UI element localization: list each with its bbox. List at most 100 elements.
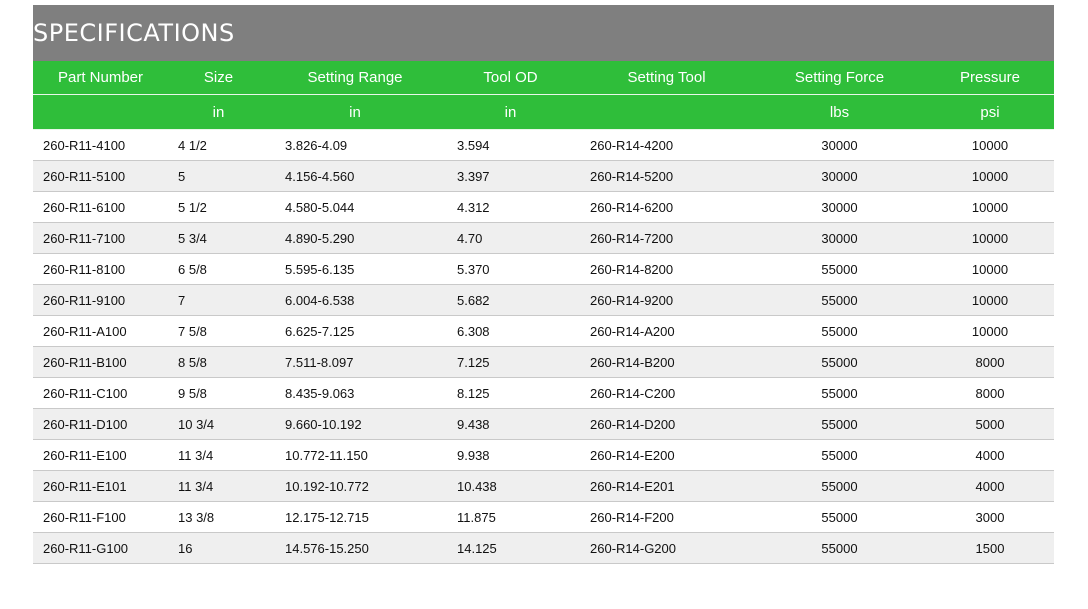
table-row: 260-R11-B100 8 5/8 7.511-8.097 7.125 260-R14…	[33, 346, 1054, 378]
pressure-cell: 4000	[926, 439, 1054, 471]
tool-od-cell: 14.125	[441, 532, 580, 564]
pressure-cell: 10000	[926, 129, 1054, 161]
tool-od-cell: 4.312	[441, 191, 580, 223]
tool-od-cell: 11.875	[441, 501, 580, 533]
tool-od-cell: 8.125	[441, 377, 580, 409]
setting-tool-cell: 260-R14-5200	[580, 160, 753, 192]
tool-od-cell: 7.125	[441, 346, 580, 378]
unit-tool-od: in	[441, 94, 580, 130]
unit-setting-tool	[580, 94, 753, 130]
setting-force-cell: 55000	[753, 253, 926, 285]
size-cell: 5 1/2	[168, 191, 269, 223]
tool-od-cell: 6.308	[441, 315, 580, 347]
setting-range-cell: 6.625-7.125	[269, 315, 441, 347]
size-cell: 5	[168, 160, 269, 192]
part-number-cell: 260-R11-A100	[33, 315, 168, 347]
size-cell: 9 5/8	[168, 377, 269, 409]
tool-od-cell: 4.70	[441, 222, 580, 254]
unit-setting-range: in	[269, 94, 441, 130]
setting-tool-cell: 260-R14-B200	[580, 346, 753, 378]
part-number-cell: 260-R11-B100	[33, 346, 168, 378]
pressure-cell: 8000	[926, 346, 1054, 378]
tool-od-cell: 5.682	[441, 284, 580, 316]
setting-range-cell: 4.890-5.290	[269, 222, 441, 254]
header-row-units: in in in lbs psi	[33, 94, 1054, 130]
setting-range-cell: 12.175-12.715	[269, 501, 441, 533]
setting-range-cell: 10.192-10.772	[269, 470, 441, 502]
table-row: 260-R11-F100 13 3/8 12.175-12.715 11.875 260…	[33, 501, 1054, 533]
setting-force-cell: 55000	[753, 315, 926, 347]
column-header-setting-force: Setting Force	[753, 61, 926, 95]
part-number-cell: 260-R11-7100	[33, 222, 168, 254]
size-cell: 6 5/8	[168, 253, 269, 285]
pressure-cell: 1500	[926, 532, 1054, 564]
setting-tool-cell: 260-R14-G200	[580, 532, 753, 564]
table-row: 260-R11-C100 9 5/8 8.435-9.063 8.125 260-R14…	[33, 377, 1054, 409]
setting-tool-cell: 260-R14-8200	[580, 253, 753, 285]
column-header-setting-tool: Setting Tool	[580, 61, 753, 95]
table-body: 260-R11-4100 4 1/2 3.826-4.09 3.594 260-R14-…	[33, 129, 1054, 564]
setting-force-cell: 55000	[753, 501, 926, 533]
part-number-cell: 260-R11-F100	[33, 501, 168, 533]
size-cell: 10 3/4	[168, 408, 269, 440]
setting-force-cell: 55000	[753, 532, 926, 564]
table-row: 260-R11-6100 5 1/2 4.580-5.044 4.312 260-R14…	[33, 191, 1054, 223]
tool-od-cell: 3.397	[441, 160, 580, 192]
setting-range-cell: 10.772-11.150	[269, 439, 441, 471]
title-bar: SPECIFICATIONS	[33, 5, 1054, 61]
pressure-cell: 10000	[926, 315, 1054, 347]
pressure-cell: 10000	[926, 191, 1054, 223]
setting-range-cell: 7.511-8.097	[269, 346, 441, 378]
setting-range-cell: 6.004-6.538	[269, 284, 441, 316]
table-row: 260-R11-7100 5 3/4 4.890-5.290 4.70 260-R14-…	[33, 222, 1054, 254]
setting-tool-cell: 260-R14-7200	[580, 222, 753, 254]
table-header: Part Number Size Setting Range Tool OD S…	[33, 61, 1054, 130]
part-number-cell: 260-R11-4100	[33, 129, 168, 161]
pressure-cell: 4000	[926, 470, 1054, 502]
table-row: 260-R11-9100 7 6.004-6.538 5.682 260-R14-920…	[33, 284, 1054, 316]
setting-tool-cell: 260-R14-D200	[580, 408, 753, 440]
table-row: 260-R11-E101 11 3/4 10.192-10.772 10.438 260…	[33, 470, 1054, 502]
pressure-cell: 10000	[926, 160, 1054, 192]
setting-range-cell: 14.576-15.250	[269, 532, 441, 564]
setting-range-cell: 3.826-4.09	[269, 129, 441, 161]
setting-force-cell: 30000	[753, 129, 926, 161]
part-number-cell: 260-R11-6100	[33, 191, 168, 223]
pressure-cell: 5000	[926, 408, 1054, 440]
size-cell: 13 3/8	[168, 501, 269, 533]
setting-range-cell: 4.580-5.044	[269, 191, 441, 223]
size-cell: 11 3/4	[168, 439, 269, 471]
pressure-cell: 10000	[926, 222, 1054, 254]
setting-force-cell: 55000	[753, 377, 926, 409]
table-row: 260-R11-A100 7 5/8 6.625-7.125 6.308 260-R14…	[33, 315, 1054, 347]
specifications-panel: SPECIFICATIONS Part Number Size Setting …	[33, 5, 1054, 564]
size-cell: 7 5/8	[168, 315, 269, 347]
size-cell: 8 5/8	[168, 346, 269, 378]
setting-force-cell: 30000	[753, 191, 926, 223]
setting-tool-cell: 260-R14-F200	[580, 501, 753, 533]
table-row: 260-R11-8100 6 5/8 5.595-6.135 5.370 260-R14…	[33, 253, 1054, 285]
column-header-tool-od: Tool OD	[441, 61, 580, 95]
unit-pressure: psi	[926, 94, 1054, 130]
setting-tool-cell: 260-R14-4200	[580, 129, 753, 161]
setting-force-cell: 55000	[753, 284, 926, 316]
part-number-cell: 260-R11-C100	[33, 377, 168, 409]
table-row: 260-R11-G100 16 14.576-15.250 14.125 260-R14…	[33, 532, 1054, 564]
setting-range-cell: 5.595-6.135	[269, 253, 441, 285]
part-number-cell: 260-R11-5100	[33, 160, 168, 192]
part-number-cell: 260-R11-D100	[33, 408, 168, 440]
size-cell: 7	[168, 284, 269, 316]
specifications-table: Part Number Size Setting Range Tool OD S…	[33, 61, 1054, 564]
table-row: 260-R11-5100 5 4.156-4.560 3.397 260-R14-520…	[33, 160, 1054, 192]
setting-tool-cell: 260-R14-9200	[580, 284, 753, 316]
setting-force-cell: 55000	[753, 408, 926, 440]
column-header-pressure: Pressure	[926, 61, 1054, 95]
column-header-size: Size	[168, 61, 269, 95]
pressure-cell: 3000	[926, 501, 1054, 533]
tool-od-cell: 9.438	[441, 408, 580, 440]
setting-range-cell: 9.660-10.192	[269, 408, 441, 440]
size-cell: 11 3/4	[168, 470, 269, 502]
part-number-cell: 260-R11-9100	[33, 284, 168, 316]
size-cell: 4 1/2	[168, 129, 269, 161]
setting-force-cell: 30000	[753, 222, 926, 254]
